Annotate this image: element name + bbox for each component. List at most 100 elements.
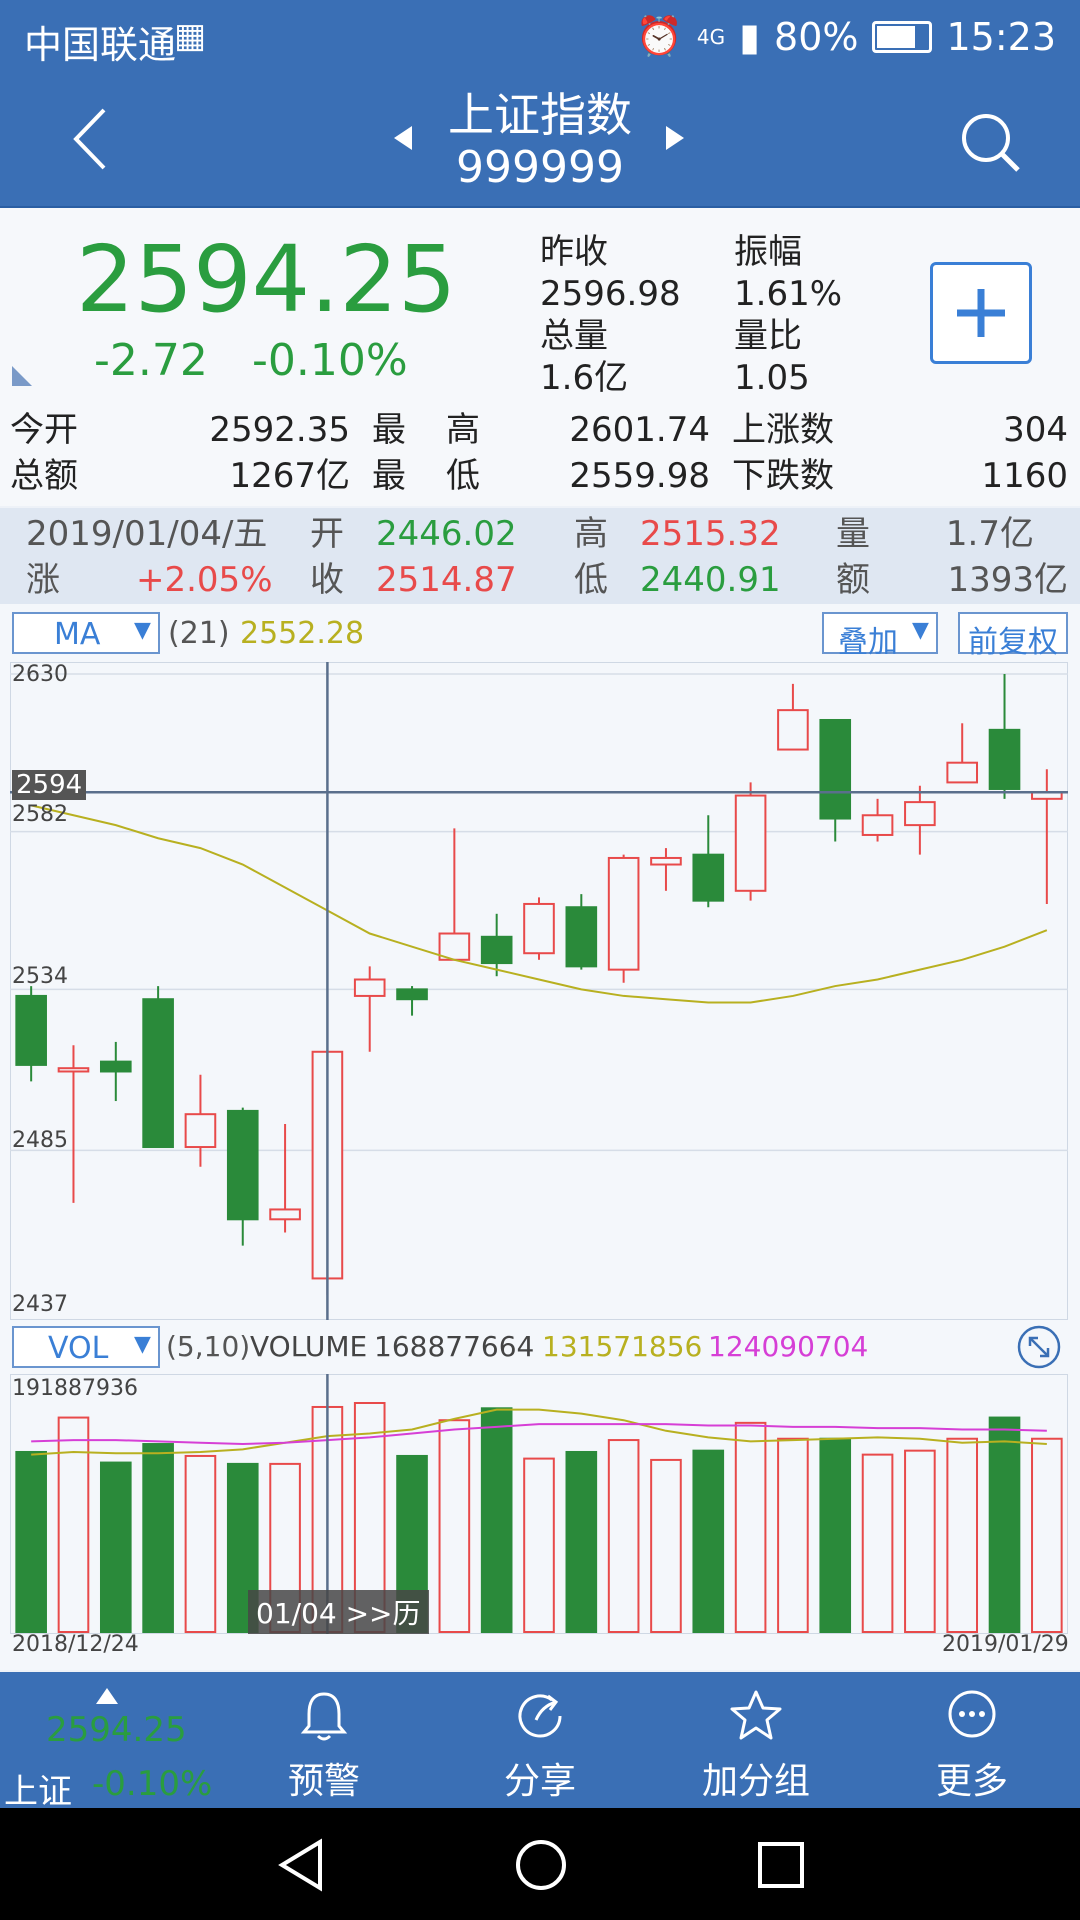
candle-body	[650, 856, 682, 866]
vol-value-1: 168877664	[374, 1330, 535, 1363]
nav-label-add-group: 加分组	[701, 1761, 810, 1802]
system-home-icon[interactable]	[514, 1838, 568, 1892]
candle-body	[904, 801, 936, 827]
date-end: 2019/01/29	[942, 1632, 1069, 1657]
expand-up-icon[interactable]	[94, 1686, 120, 1706]
volume-bar	[99, 1461, 132, 1633]
high-label-2: 高	[446, 410, 480, 450]
history-open-label: 开	[310, 514, 344, 554]
signal-icon: ▮	[739, 14, 761, 59]
current-price: 2594.25	[76, 226, 457, 333]
price-tick-5: 2437	[12, 1292, 68, 1317]
history-close-label: 收	[310, 560, 344, 600]
candle-body	[15, 994, 47, 1066]
candle-body	[480, 935, 513, 965]
history-vol-label: 量	[836, 514, 870, 554]
history-high: 2515.32	[640, 514, 781, 554]
alarm-icon: ⏰	[635, 14, 683, 58]
low-label-2: 低	[446, 456, 480, 496]
candle-body	[692, 853, 725, 902]
volume-bar	[777, 1437, 809, 1634]
down-count-value: 1160	[981, 456, 1068, 496]
candle-body	[607, 856, 640, 971]
page-title: 上证指数	[448, 88, 632, 142]
candle-body	[57, 1067, 90, 1073]
history-chg-label: 涨	[26, 560, 60, 600]
quote-panel: 2594.25 -2.72 -0.10% 昨收 2596.98 振幅 1.61%…	[0, 208, 1080, 506]
price-tick-3: 2534	[12, 964, 68, 989]
amplitude-label: 振幅	[734, 232, 802, 272]
vol-name: VOLUME	[250, 1330, 368, 1363]
overlay-label: 叠加	[838, 625, 898, 660]
volume-bar	[57, 1416, 90, 1633]
volume-bar	[184, 1454, 217, 1633]
volume-bar	[946, 1437, 979, 1634]
candle-body	[99, 1060, 132, 1073]
low-label-1: 最	[372, 456, 406, 496]
price-tick-4: 2485	[12, 1128, 68, 1153]
price-tick-2: 2582	[12, 802, 68, 827]
chart-frame	[10, 662, 1068, 1320]
status-bar: 中国联通 ▦ ⏰ 4G ▮ 80% 15:23	[0, 0, 1080, 74]
system-recent-icon[interactable]	[756, 1840, 806, 1890]
nav-add-group[interactable]: 加分组	[648, 1672, 864, 1808]
price-adjust-button[interactable]: 前复权	[958, 612, 1068, 660]
search-icon[interactable]	[958, 110, 1024, 176]
history-close: 2514.87	[376, 560, 517, 600]
add-watchlist-button[interactable]	[930, 262, 1032, 364]
history-low: 2440.91	[640, 560, 781, 600]
volume-bar	[734, 1421, 767, 1633]
candle-body	[988, 728, 1021, 790]
nav-alert[interactable]: 预警	[216, 1672, 432, 1808]
history-info-bar: 2019/01/04/五 开 2446.02 高 2515.32 量 1.7亿 …	[0, 508, 1080, 604]
candle-body	[565, 906, 598, 968]
candle-body	[353, 978, 386, 997]
overlay-select[interactable]: 叠加 ▼	[822, 612, 938, 660]
history-date: 2019/01/04/五	[26, 514, 268, 554]
volume-value: 1.6亿	[540, 358, 629, 398]
share-icon	[518, 1694, 562, 1738]
volume-bar	[523, 1457, 555, 1633]
volume-bar	[819, 1437, 852, 1634]
candle-body	[269, 1208, 301, 1221]
ma-indicator-select[interactable]: MA ▼	[12, 612, 160, 654]
volume-bar	[607, 1439, 640, 1633]
vol-value-3: 124090704	[708, 1330, 869, 1363]
star-icon	[730, 1690, 782, 1740]
nav-label-share: 分享	[503, 1761, 576, 1802]
volume-bar	[480, 1407, 513, 1634]
battery-percent: 80%	[774, 14, 859, 59]
volume-label: 总量	[540, 316, 608, 356]
candlestick-chart[interactable]	[10, 662, 1068, 1320]
chevron-down-icon: ▼	[134, 1332, 151, 1357]
candle-body	[396, 988, 428, 1001]
up-count-label: 上涨数	[732, 410, 834, 450]
vol-indicator-select[interactable]: VOL ▼	[12, 1326, 160, 1368]
chevron-down-icon: ▼	[134, 618, 151, 643]
carrier-name: 中国联通	[24, 23, 177, 67]
nav-more[interactable]: 更多	[864, 1672, 1080, 1808]
mini-pct: -0.10%	[92, 1764, 213, 1804]
candle-body	[142, 998, 174, 1149]
system-back-icon[interactable]	[276, 1838, 326, 1892]
fullscreen-icon[interactable]	[1016, 1324, 1062, 1370]
volume-chart[interactable]	[10, 1374, 1068, 1634]
history-high-label: 高	[574, 514, 608, 554]
nav-label-alert: 预警	[287, 1761, 360, 1802]
ma-value: 2552.28	[240, 616, 365, 651]
nav-share[interactable]: 分享	[432, 1672, 648, 1808]
history-chg: +2.05%	[136, 560, 273, 600]
battery-icon	[872, 20, 933, 53]
mini-name: 上证	[4, 1772, 72, 1812]
high-label-1: 最	[372, 410, 406, 450]
app-header: 上证指数 999999	[0, 74, 1080, 208]
volume-bar	[438, 1419, 471, 1633]
candle-body	[523, 902, 555, 955]
history-open: 2446.02	[376, 514, 517, 554]
plus-icon	[957, 289, 1005, 337]
more-icon	[948, 1690, 996, 1738]
vol-value-2: 131571856	[542, 1330, 703, 1363]
candle-body	[819, 718, 852, 820]
next-stock-icon[interactable]	[664, 124, 686, 152]
date-tooltip[interactable]: 01/04 >>历	[248, 1590, 429, 1634]
